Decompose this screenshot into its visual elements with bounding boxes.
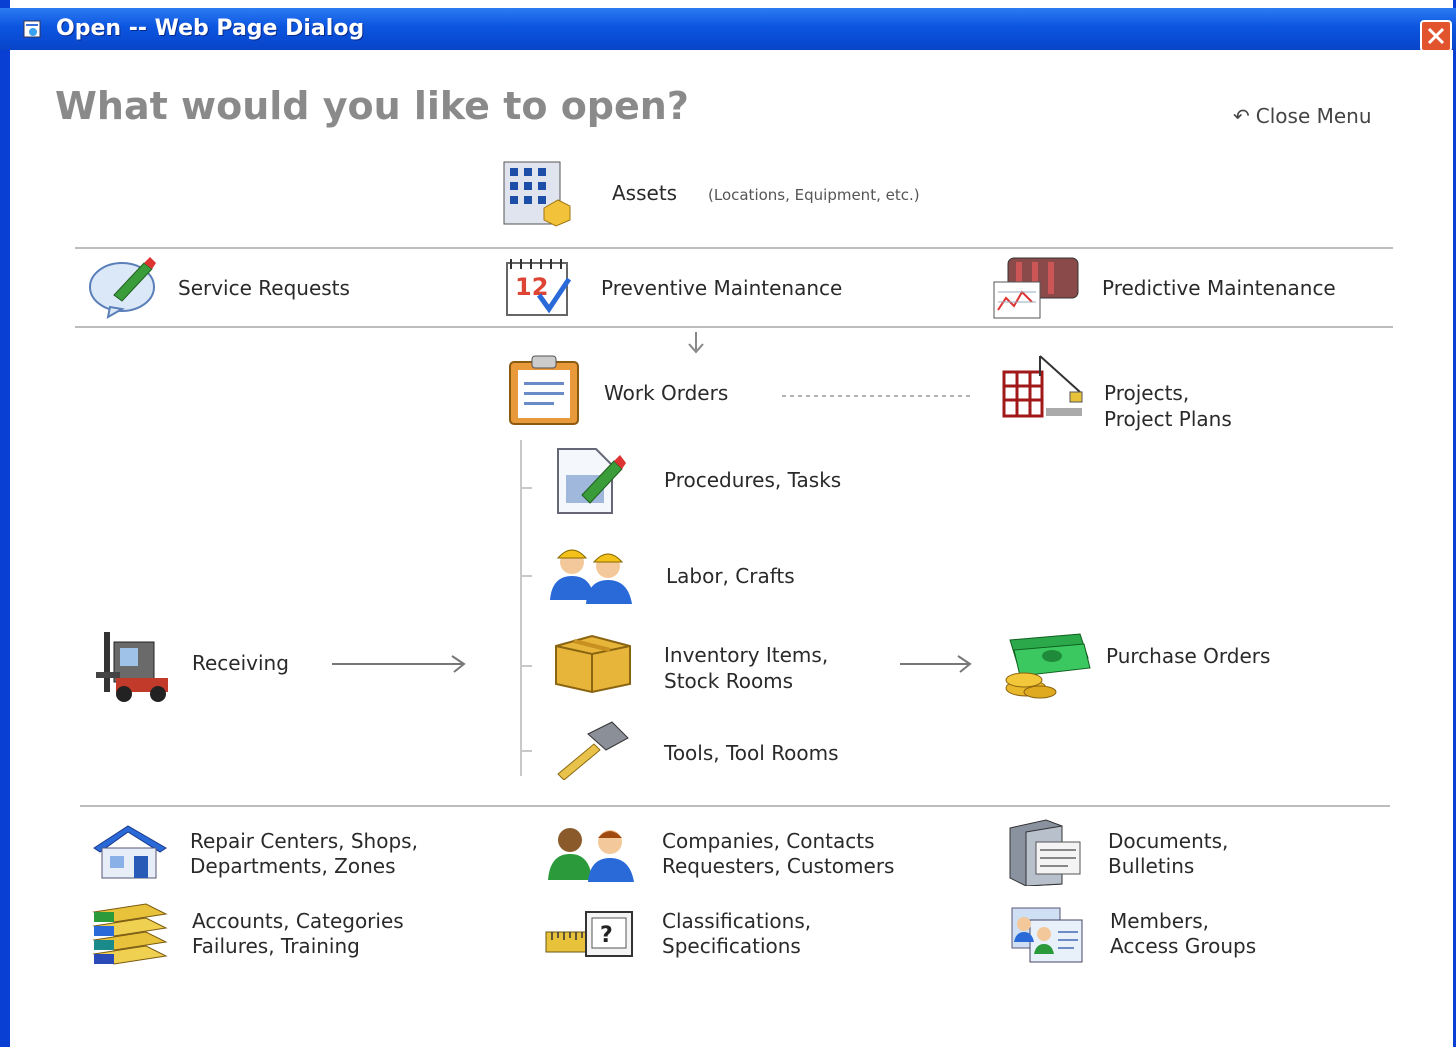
- tree-tick-tools: [520, 750, 532, 752]
- accounts-label-line1: Accounts, Categories: [192, 909, 404, 933]
- projects-label-line2: Project Plans: [1104, 407, 1232, 431]
- service-requests-item[interactable]: Service Requests: [88, 255, 418, 321]
- projects-label-line1: Projects,: [1104, 381, 1190, 405]
- tools-item[interactable]: Tools, Tool Rooms: [552, 720, 912, 784]
- construction-crane-icon: [1002, 355, 1083, 418]
- member-cards-icon: [1011, 907, 1083, 963]
- building-icon: [503, 161, 571, 227]
- svg-text:12: 12: [515, 273, 548, 301]
- assets-item[interactable]: Assets (Locations, Equipment, etc.): [500, 158, 980, 230]
- companies-label-line2: Requesters, Customers: [662, 854, 895, 878]
- money-icon: [1005, 633, 1091, 699]
- tree-tick-procedures: [520, 487, 532, 489]
- tools-label: Tools, Tool Rooms: [664, 741, 839, 765]
- inventory-arrow: [900, 655, 972, 673]
- members-item[interactable]: Members, Access Groups: [1008, 902, 1328, 970]
- classifications-item[interactable]: ? Classifications, Specifications: [544, 904, 964, 968]
- documents-label-line2: Bulletins: [1108, 854, 1195, 878]
- receiving-item[interactable]: Receiving: [94, 628, 314, 704]
- workers-icon: [550, 549, 632, 604]
- work-order-tree-line: [520, 440, 522, 776]
- repair-centers-item[interactable]: Repair Centers, Shops, Departments, Zone…: [90, 822, 490, 886]
- box-icon: [555, 634, 631, 694]
- documents-item[interactable]: Documents, Bulletins: [1006, 818, 1326, 888]
- close-menu-link[interactable]: ↶ Close Menu: [1233, 104, 1372, 128]
- dashed-connector: [782, 395, 972, 397]
- accounts-item[interactable]: Accounts, Categories Failures, Training: [90, 900, 490, 968]
- receiving-arrow: [332, 655, 466, 673]
- close-menu-label: Close Menu: [1255, 104, 1372, 128]
- return-arrow-icon: ↶: [1233, 104, 1250, 128]
- close-window-button[interactable]: [1420, 20, 1452, 52]
- service-requests-label: Service Requests: [178, 276, 350, 300]
- projects-item[interactable]: Projects, Project Plans: [1000, 352, 1300, 434]
- machine-chart-icon: [993, 257, 1079, 319]
- preventive-maintenance-label: Preventive Maintenance: [601, 276, 843, 300]
- hammer-icon: [557, 721, 629, 780]
- repair-label-line2: Departments, Zones: [190, 854, 396, 878]
- divider-bottom: [80, 805, 1390, 807]
- procedures-item[interactable]: Procedures, Tasks: [552, 445, 912, 517]
- members-label-line2: Access Groups: [1110, 934, 1257, 958]
- tree-tick-inventory: [520, 665, 532, 667]
- preventive-maintenance-item[interactable]: 12 Preventive Maintenance: [503, 255, 923, 321]
- procedures-label: Procedures, Tasks: [664, 468, 842, 492]
- work-orders-label: Work Orders: [604, 381, 729, 405]
- speech-bubble-pencil-icon: [89, 257, 156, 319]
- divider-top: [75, 247, 1393, 249]
- svg-text:?: ?: [600, 923, 613, 948]
- file-cabinet-icon: [1009, 819, 1081, 886]
- window-title: Open -- Web Page Dialog: [56, 16, 365, 41]
- assets-sublabel: (Locations, Equipment, etc.): [708, 186, 920, 204]
- work-orders-item[interactable]: Work Orders: [506, 352, 776, 428]
- classifications-label-line2: Specifications: [662, 934, 801, 958]
- forklift-icon: [96, 632, 168, 702]
- tree-tick-labor: [520, 575, 532, 577]
- purchase-orders-item[interactable]: Purchase Orders: [1000, 630, 1340, 702]
- assets-label: Assets: [612, 181, 678, 205]
- people-icon: [548, 828, 634, 882]
- close-icon: [1427, 27, 1445, 45]
- labor-item[interactable]: Labor, Crafts: [546, 540, 866, 608]
- receiving-label: Receiving: [192, 651, 289, 675]
- inventory-label-line2: Stock Rooms: [664, 669, 794, 693]
- house-icon: [93, 825, 167, 879]
- predictive-maintenance-label: Predictive Maintenance: [1102, 276, 1336, 300]
- accounts-label-line2: Failures, Training: [192, 934, 360, 958]
- inventory-item[interactable]: Inventory Items, Stock Rooms: [552, 632, 892, 702]
- repair-label-line1: Repair Centers, Shops,: [190, 829, 418, 853]
- predictive-maintenance-item[interactable]: Predictive Maintenance: [992, 252, 1392, 322]
- inventory-label-line1: Inventory Items,: [664, 643, 829, 667]
- clipboard-icon: [509, 355, 579, 425]
- ie-page-icon: [23, 20, 41, 38]
- labor-label: Labor, Crafts: [666, 564, 795, 588]
- members-label-line1: Members,: [1110, 909, 1210, 933]
- document-pencil-icon: [557, 448, 626, 514]
- classifications-label-line1: Classifications,: [662, 909, 812, 933]
- divider-row1: [75, 326, 1393, 328]
- books-icon: [92, 903, 168, 965]
- purchase-orders-label: Purchase Orders: [1106, 644, 1271, 668]
- calendar-check-icon: 12: [506, 259, 572, 316]
- ruler-chart-icon: ?: [545, 911, 633, 957]
- companies-label-line1: Companies, Contacts: [662, 829, 875, 853]
- companies-item[interactable]: Companies, Contacts Requesters, Customer…: [546, 822, 966, 886]
- documents-label-line1: Documents,: [1108, 829, 1229, 853]
- title-bar[interactable]: Open -- Web Page Dialog: [0, 8, 1456, 52]
- page-title: What would you like to open?: [55, 84, 689, 128]
